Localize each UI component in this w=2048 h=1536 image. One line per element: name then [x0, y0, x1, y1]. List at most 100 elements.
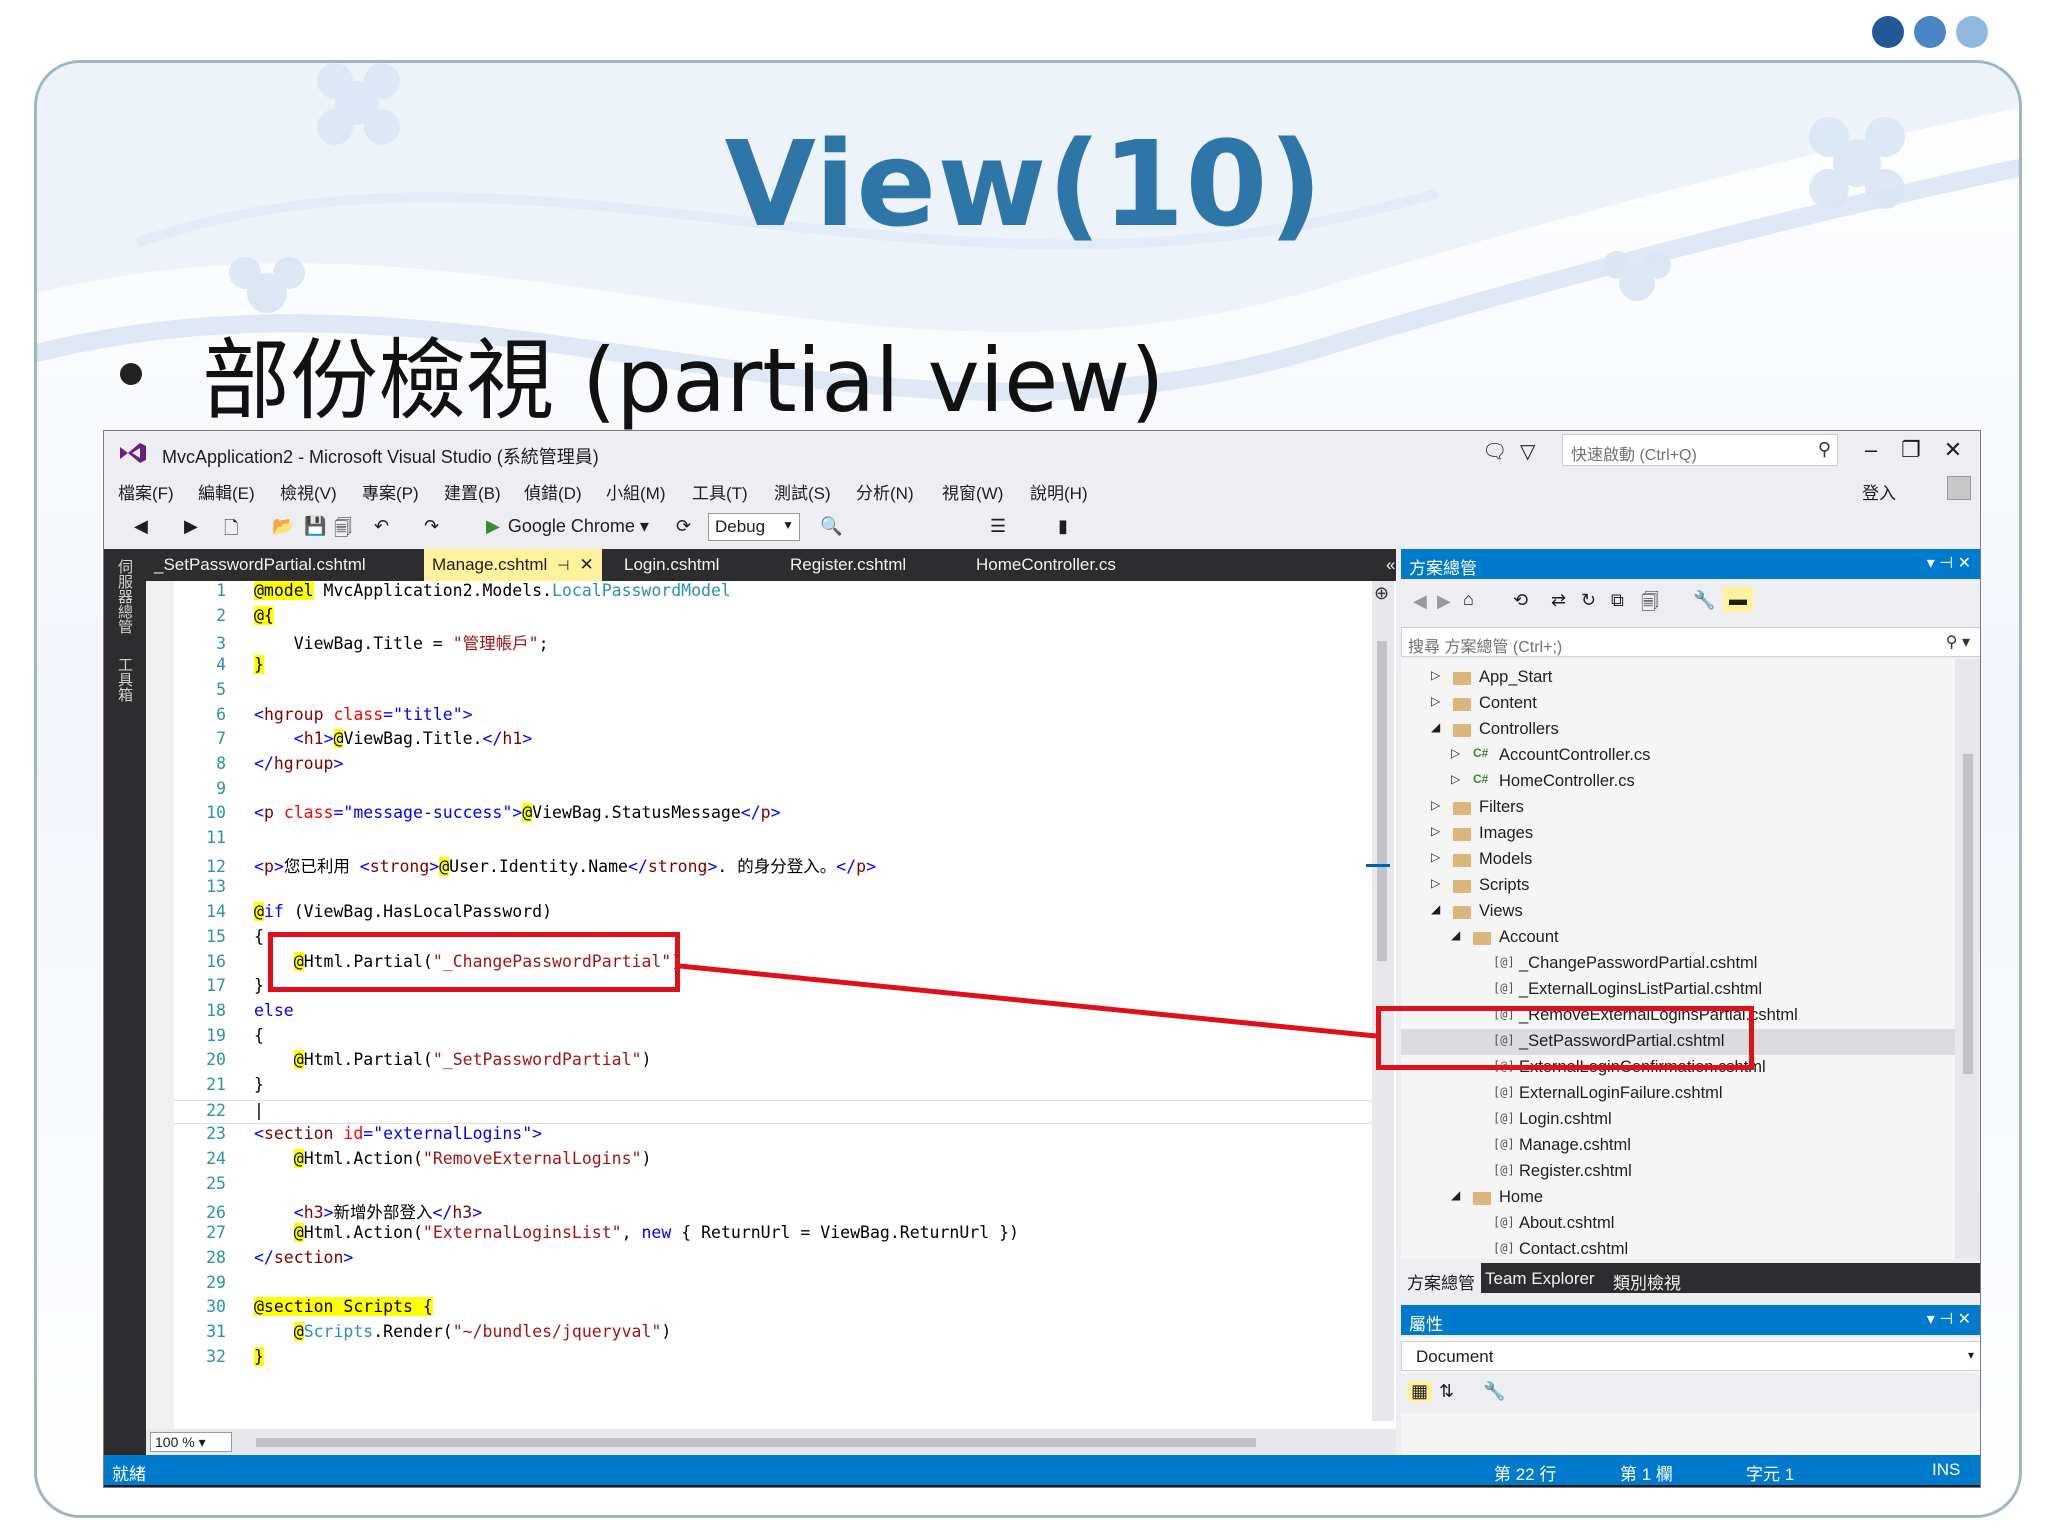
back-icon[interactable]: ◀	[1413, 591, 1427, 612]
open-file-icon[interactable]: 📂	[272, 516, 294, 537]
forward-icon[interactable]: ▶	[184, 516, 198, 537]
expanded-arrow-icon[interactable]: ◢	[1431, 902, 1440, 916]
home-icon[interactable]: ⌂	[1463, 589, 1474, 610]
property-pages-icon[interactable]: 🔧	[1483, 1381, 1505, 1402]
tree-item[interactable]: [@] Manage.cshtml	[1401, 1133, 1961, 1159]
tree-item[interactable]: ▷ Models	[1401, 847, 1961, 873]
undo-icon[interactable]: ↶	[374, 516, 389, 537]
tab-manage[interactable]: Manage.cshtml ⊣ ✕	[424, 549, 602, 581]
back-icon[interactable]: ◀	[134, 516, 148, 537]
panel-controls-icon[interactable]: ▾ ⊣ ✕	[1927, 1309, 1971, 1329]
panel-controls-icon[interactable]: ▾ ⊣ ✕	[1927, 553, 1971, 573]
split-window-icon[interactable]: ⊕	[1374, 583, 1389, 604]
redo-icon[interactable]: ↷	[424, 516, 439, 537]
close-button[interactable]: ✕	[1938, 437, 1968, 463]
menu-project[interactable]: 專案(P)	[362, 479, 419, 504]
tree-item[interactable]: ◢ Account	[1401, 925, 1961, 951]
collapsed-arrow-icon[interactable]: ▷	[1451, 746, 1460, 760]
tab-class-view[interactable]: 類別檢視	[1607, 1263, 1687, 1293]
menu-debug[interactable]: 偵錯(D)	[524, 479, 582, 504]
filter-icon[interactable]: ▽	[1520, 439, 1535, 464]
tree-item[interactable]: [@] About.cshtml	[1401, 1211, 1961, 1237]
expanded-arrow-icon[interactable]: ◢	[1451, 1188, 1460, 1202]
collapsed-arrow-icon[interactable]: ▷	[1431, 668, 1440, 682]
forward-icon[interactable]: ▶	[1437, 591, 1451, 612]
tree-item[interactable]: [@] Login.cshtml	[1401, 1107, 1961, 1133]
collapsed-arrow-icon[interactable]: ▷	[1431, 694, 1440, 708]
tree-item[interactable]: [@] _ExternalLoginsListPartial.cshtml	[1401, 977, 1961, 1003]
sign-in-link[interactable]: 登入	[1862, 479, 1896, 504]
save-all-icon[interactable]: 🗐	[334, 516, 352, 546]
bookmark-icon[interactable]: ▮	[1058, 516, 1068, 537]
scroll-thumb[interactable]	[1963, 754, 1973, 1074]
properties-object-select[interactable]: Document ▾	[1401, 1341, 1980, 1371]
save-icon[interactable]: 💾	[304, 516, 326, 537]
menu-window[interactable]: 視窗(W)	[942, 479, 1003, 504]
refresh-icon[interactable]: ⟳	[676, 516, 691, 537]
tree-item[interactable]: [@] _ChangePasswordPartial.cshtml	[1401, 951, 1961, 977]
quick-launch-input[interactable]: 快速啟動 (Ctrl+Q) ⚲	[1562, 434, 1838, 466]
scroll-thumb[interactable]	[1377, 641, 1387, 961]
menu-test[interactable]: 測試(S)	[774, 479, 831, 504]
comment-icon[interactable]: ☰	[990, 516, 1006, 537]
tab-login[interactable]: Login.cshtml	[616, 549, 727, 581]
history-icon[interactable]: ⟲	[1513, 590, 1528, 611]
avatar[interactable]	[1947, 476, 1971, 500]
collapsed-arrow-icon[interactable]: ▷	[1431, 850, 1440, 864]
alphabetical-icon[interactable]: ⇅	[1439, 1381, 1454, 1402]
feedback-icon[interactable]: 🗨	[1482, 439, 1507, 464]
tree-item[interactable]: ▷ Scripts	[1401, 873, 1961, 899]
tab-team-explorer[interactable]: Team Explorer	[1479, 1263, 1601, 1293]
tree-item[interactable]: [@] Register.cshtml	[1401, 1159, 1961, 1185]
collapsed-arrow-icon[interactable]: ▷	[1431, 824, 1440, 838]
solution-vertical-scrollbar[interactable]	[1955, 659, 1980, 1259]
show-all-files-icon[interactable]: 🗐	[1641, 590, 1659, 620]
tree-item[interactable]: ▷ C# AccountController.cs	[1401, 743, 1961, 769]
zoom-select[interactable]: 100 % ▾	[150, 1432, 232, 1452]
tree-item[interactable]: ◢ Home	[1401, 1185, 1961, 1211]
find-in-files-icon[interactable]: 🔍	[820, 516, 842, 537]
editor-vertical-scrollbar[interactable]	[1372, 581, 1394, 1421]
tree-item[interactable]: [@] Contact.cshtml	[1401, 1237, 1961, 1259]
collapsed-arrow-icon[interactable]: ▷	[1451, 772, 1460, 786]
pin-icon[interactable]: ⊣	[557, 557, 569, 573]
menu-help[interactable]: 說明(H)	[1030, 479, 1088, 504]
tree-item[interactable]: ▷ Content	[1401, 691, 1961, 717]
solution-search-input[interactable]: 搜尋 方案總管 (Ctrl+;) ⚲ ▾	[1401, 627, 1980, 657]
horizontal-scrollbar[interactable]	[256, 1438, 1256, 1447]
server-explorer-tab[interactable]: 伺服器總管	[114, 559, 135, 634]
code-editor[interactable]: 1 @model MvcApplication2.Models.LocalPass…	[146, 581, 1396, 1455]
menu-edit[interactable]: 編輯(E)	[198, 479, 255, 504]
start-debugging-button[interactable]: ▶ Google Chrome ▾	[486, 516, 649, 537]
refresh-icon[interactable]: ↻	[1581, 590, 1596, 611]
menu-file[interactable]: 檔案(F)	[118, 479, 174, 504]
collapse-all-icon[interactable]: ⧉	[1611, 590, 1624, 611]
collapsed-arrow-icon[interactable]: ▷	[1431, 798, 1440, 812]
properties-icon[interactable]: 🔧	[1693, 590, 1715, 611]
tree-item[interactable]: ▷ Filters	[1401, 795, 1961, 821]
collapsed-arrow-icon[interactable]: ▷	[1431, 876, 1440, 890]
menu-tools[interactable]: 工具(T)	[692, 479, 748, 504]
expanded-arrow-icon[interactable]: ◢	[1451, 928, 1460, 942]
sync-icon[interactable]: ⇄	[1551, 590, 1566, 611]
tab-setpasswordpartial[interactable]: _SetPasswordPartial.cshtml	[146, 549, 374, 581]
categorized-icon[interactable]: ▦	[1407, 1381, 1433, 1402]
tab-homecontroller[interactable]: HomeController.cs	[968, 549, 1124, 581]
toolbox-tab[interactable]: 工具箱	[114, 657, 135, 702]
minimize-button[interactable]: –	[1856, 437, 1886, 463]
expanded-arrow-icon[interactable]: ◢	[1431, 720, 1440, 734]
menu-analyze[interactable]: 分析(N)	[856, 479, 914, 504]
restore-button[interactable]: ❐	[1896, 437, 1926, 463]
menu-team[interactable]: 小組(M)	[606, 479, 665, 504]
tree-item[interactable]: ◢ Controllers	[1401, 717, 1961, 743]
new-project-icon[interactable]: 🗋	[224, 516, 238, 546]
menu-build[interactable]: 建置(B)	[444, 479, 501, 504]
configuration-select[interactable]: Debug ▼	[708, 513, 800, 541]
tree-item[interactable]: ▷ C# HomeController.cs	[1401, 769, 1961, 795]
tree-item[interactable]: ▷ App_Start	[1401, 665, 1961, 691]
tab-solution-explorer[interactable]: 方案總管	[1401, 1263, 1481, 1293]
close-icon[interactable]: ✕	[579, 555, 593, 574]
preview-icon[interactable]: ▬	[1723, 587, 1753, 612]
tree-item[interactable]: ◢ Views	[1401, 899, 1961, 925]
tab-register[interactable]: Register.cshtml	[782, 549, 914, 581]
